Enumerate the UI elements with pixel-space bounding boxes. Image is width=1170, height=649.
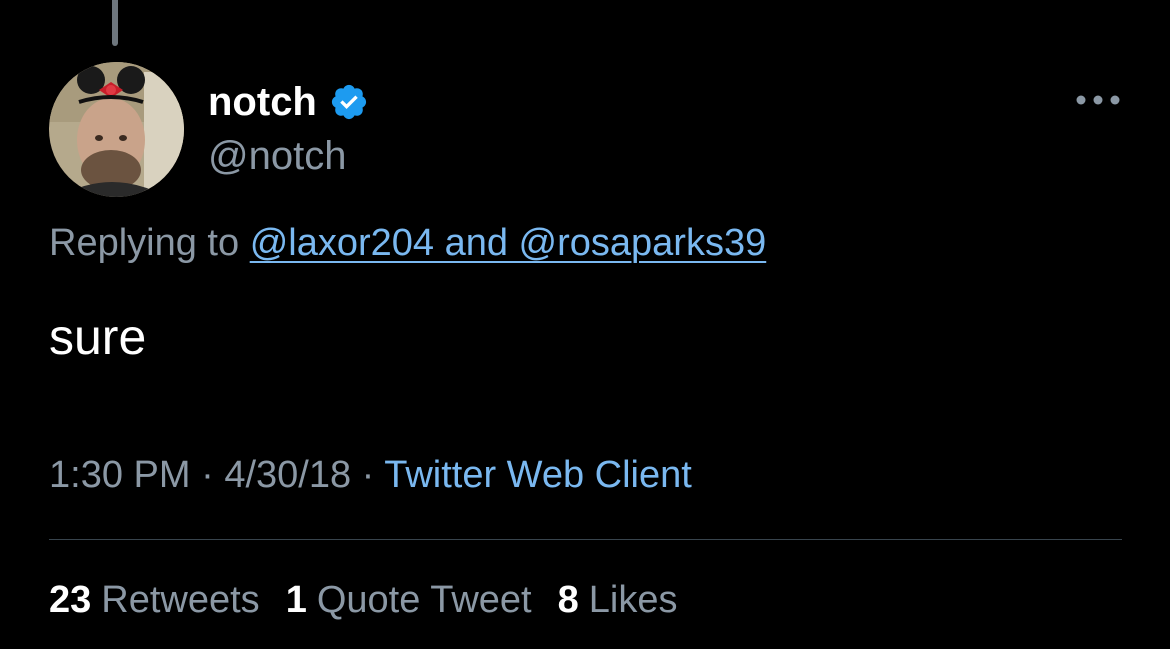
avatar[interactable]	[49, 62, 184, 197]
more-options-icon[interactable]	[1074, 86, 1122, 114]
tweet-date[interactable]: 4/30/18	[224, 454, 351, 496]
retweets-stat[interactable]: 23 Retweets	[49, 574, 260, 626]
meta-separator: ·	[201, 454, 214, 496]
quote-tweets-count: 1	[285, 579, 307, 621]
tweet-time[interactable]: 1:30 PM	[49, 454, 191, 496]
tweet-metadata: 1:30 PM · 4/30/18 · Twitter Web Client	[49, 449, 692, 501]
replying-to-mentions-link[interactable]: @laxor204 and @rosaparks39	[250, 222, 767, 264]
author-name-row[interactable]: notch	[208, 76, 369, 128]
quote-tweets-label: Quote Tweet	[316, 579, 532, 621]
likes-stat[interactable]: 8 Likes	[558, 574, 678, 626]
replying-to-label: Replying to	[49, 222, 240, 264]
likes-count: 8	[557, 579, 579, 621]
retweets-label: Retweets	[101, 579, 260, 621]
thread-connector-line	[112, 0, 118, 46]
quote-tweets-stat[interactable]: 1 Quote Tweet	[286, 574, 532, 626]
retweets-count: 23	[49, 579, 92, 621]
verified-badge-icon	[331, 84, 366, 120]
author-display-name[interactable]: notch	[208, 76, 317, 128]
replying-to-line: Replying to @laxor204 and @rosaparks39	[49, 218, 766, 268]
likes-label: Likes	[588, 579, 678, 621]
stats-divider	[49, 539, 1122, 540]
author-handle[interactable]: @notch	[208, 131, 346, 181]
tweet-source-link[interactable]: Twitter Web Client	[384, 454, 692, 496]
engagement-stats: 23 Retweets 1 Quote Tweet 8 Likes	[49, 574, 677, 626]
meta-separator: ·	[361, 454, 375, 496]
tweet-body-text: sure	[49, 309, 147, 365]
avatar-photo-icon	[49, 62, 184, 197]
